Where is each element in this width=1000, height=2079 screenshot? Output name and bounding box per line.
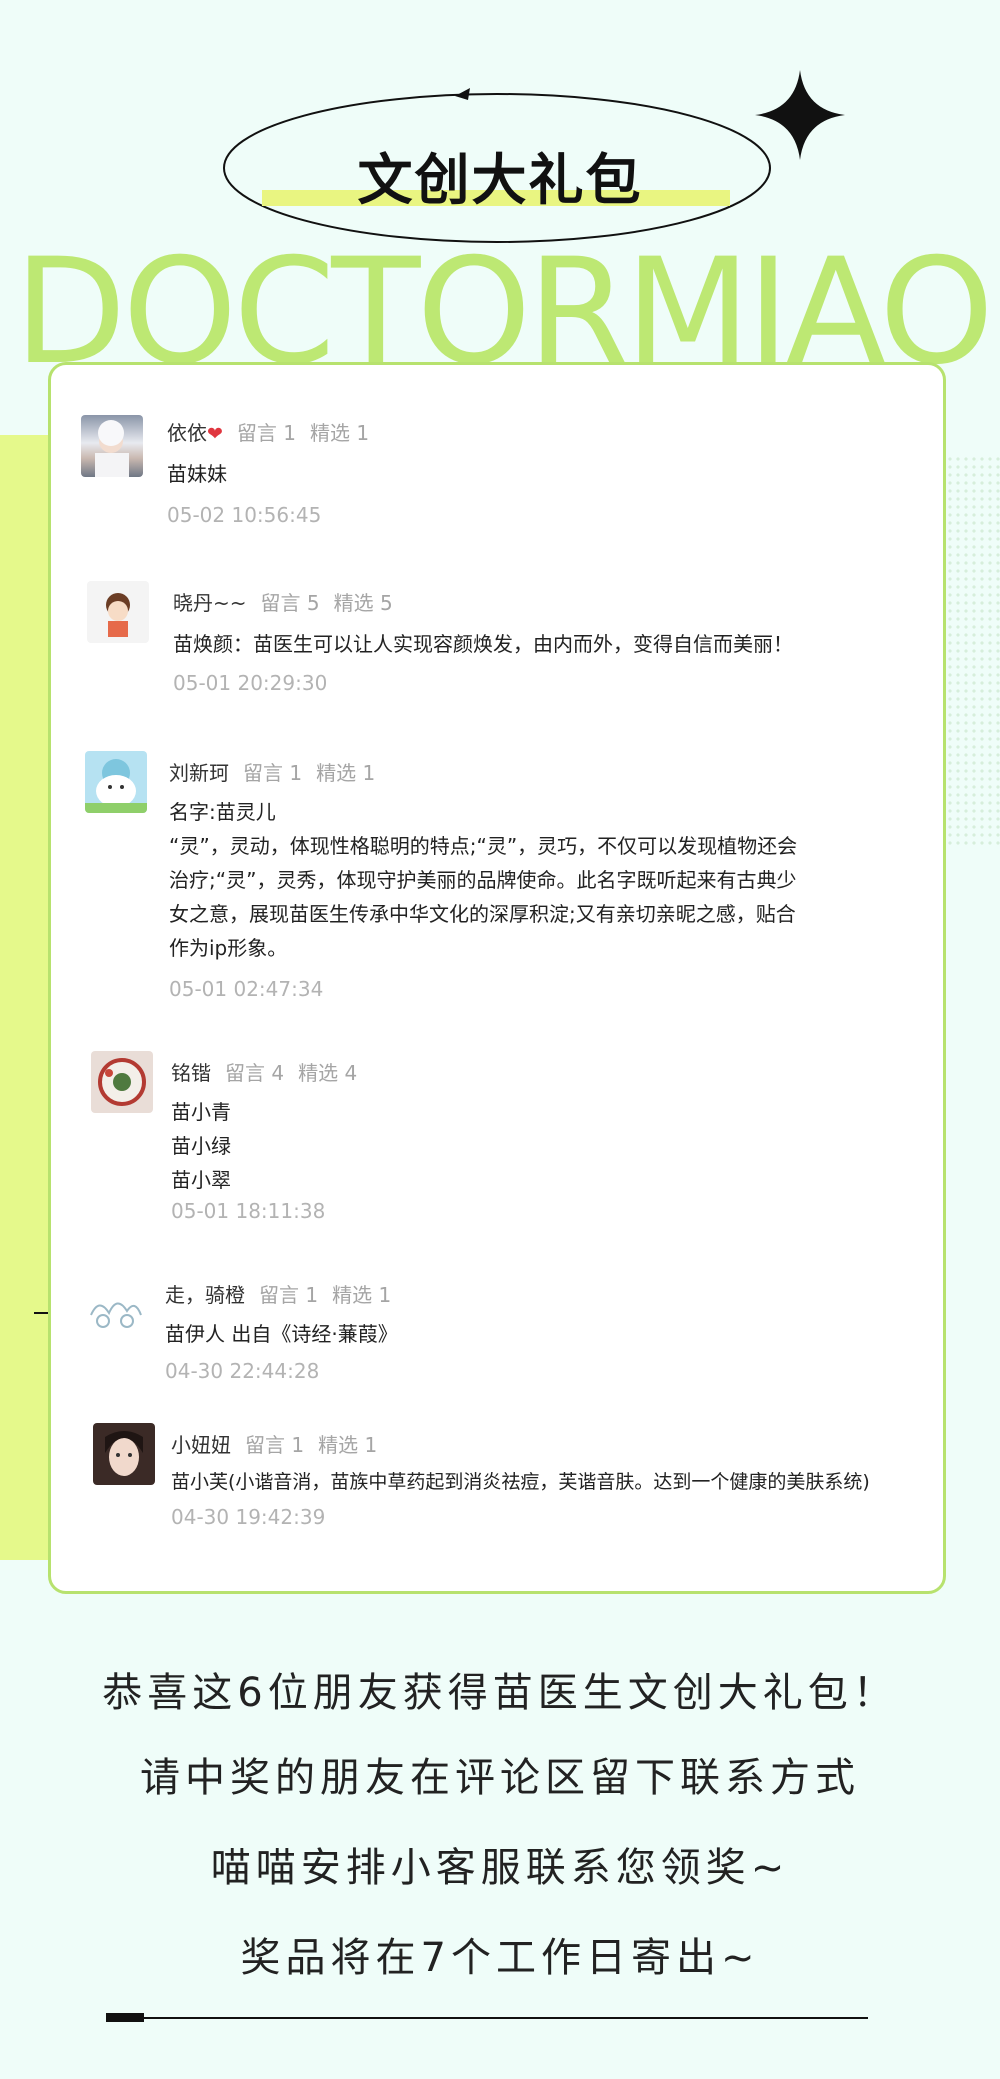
contact-text: 请中奖的朋友在评论区留下联系方式 <box>140 1755 860 1801</box>
avatar <box>83 1275 145 1337</box>
reply-count: 留言 5 <box>260 591 320 615</box>
pick-count: 精选 4 <box>298 1061 358 1085</box>
avatar <box>93 1423 155 1485</box>
commenter-name: 走，骑橙 <box>165 1283 245 1307</box>
comment-line: 作为ip形象。 <box>169 936 288 960</box>
page-title: 文创大礼包 <box>357 148 643 212</box>
comment-line: 苗小翠 <box>171 1168 231 1192</box>
commenter-name: 刘新珂 <box>169 761 229 785</box>
comment-text: 苗伊人 出自《诗经·蒹葭》 <box>165 1317 398 1351</box>
comment-time: 05-02 10:56:45 <box>167 503 322 527</box>
comment-time: 05-01 02:47:34 <box>169 977 324 1001</box>
shipping-text: 奖品将在7个工作日寄出~ <box>240 1935 760 1981</box>
comment-line: 苗焕颜：苗医生可以让人实现容颜焕发，由内而外，变得自信而美丽！ <box>173 632 793 656</box>
reply-count: 留言 1 <box>236 421 297 445</box>
reply-count: 留言 1 <box>259 1283 319 1307</box>
pick-count: 精选 1 <box>310 421 370 445</box>
comment-line: “灵”，灵动，体现性格聪明的特点;“灵”，灵巧，不仅可以发现植物还会 <box>169 834 798 858</box>
comment-text: 苗小青 苗小绿 苗小翠 <box>171 1095 231 1197</box>
comment-line: 治疗;“灵”，灵秀，体现守护美丽的品牌使命。此名字既听起来有古典少 <box>169 868 797 892</box>
comment-time: 04-30 22:44:28 <box>165 1359 320 1383</box>
title-decoration <box>223 70 845 243</box>
commenter-name: 依依 <box>167 421 207 445</box>
comment-time: 05-01 18:11:38 <box>171 1199 326 1223</box>
avatar <box>91 1051 153 1113</box>
pick-count: 精选 5 <box>333 591 393 615</box>
commenter-name: 晓丹~~ <box>173 591 247 615</box>
service-text: 喵喵安排小客服联系您领奖~ <box>210 1845 790 1891</box>
pick-count: 精选 1 <box>316 761 376 785</box>
avatar <box>87 581 149 643</box>
comment-line: 苗小绿 <box>171 1134 231 1158</box>
commenter-name: 小妞妞 <box>171 1433 231 1457</box>
avatar <box>81 415 143 477</box>
bottom-divider-accent <box>106 2013 144 2022</box>
pick-count: 精选 1 <box>318 1433 378 1457</box>
reply-count: 留言 1 <box>245 1433 305 1457</box>
comment-line: 名字:苗灵儿 <box>169 800 276 824</box>
comment-line: 苗伊人 出自《诗经·蒹葭》 <box>165 1322 398 1346</box>
side-tick <box>34 1312 48 1314</box>
brand-watermark: DOCTORMIAO <box>14 247 994 377</box>
comment-line: 苗妹妹 <box>167 462 227 486</box>
pick-count: 精选 1 <box>332 1283 392 1307</box>
comment-line: 女之意，展现苗医生传承中华文化的深厚积淀;又有亲切亲昵之感，贴合 <box>169 902 796 926</box>
comment-line: 苗小芙(小谐音消，苗族中草药起到消炎祛痘，芙谐音肤。达到一个健康的美肤系统) <box>171 1471 870 1493</box>
bottom-divider <box>106 2017 868 2019</box>
reply-count: 留言 1 <box>243 761 303 785</box>
comment-time: 04-30 19:42:39 <box>171 1505 326 1529</box>
comment-text: 苗妹妹 <box>167 457 227 491</box>
reply-count: 留言 4 <box>225 1061 285 1085</box>
comment-text: 名字:苗灵儿 “灵”，灵动，体现性格聪明的特点;“灵”，灵巧，不仅可以发现植物还… <box>169 795 797 965</box>
comments-card: 依依❤ 留言 1 精选 1 苗妹妹 05-02 10:56:45 晓丹~~ 留言 5 精… <box>48 362 946 1594</box>
comment-time: 05-01 20:29:30 <box>173 671 328 695</box>
commenter-name: 铭锴 <box>171 1061 211 1085</box>
congrats-text: 恭喜这6位朋友获得苗医生文创大礼包！ <box>102 1670 898 1716</box>
comment-text: 苗焕颜：苗医生可以让人实现容颜焕发，由内而外，变得自信而美丽！ <box>173 627 793 661</box>
heart-icon: ❤ <box>207 423 223 445</box>
comment-text: 苗小芙(小谐音消，苗族中草药起到消炎祛痘，芙谐音肤。达到一个健康的美肤系统) <box>171 1465 870 1499</box>
avatar <box>85 751 147 813</box>
comment-line: 苗小青 <box>171 1100 231 1124</box>
